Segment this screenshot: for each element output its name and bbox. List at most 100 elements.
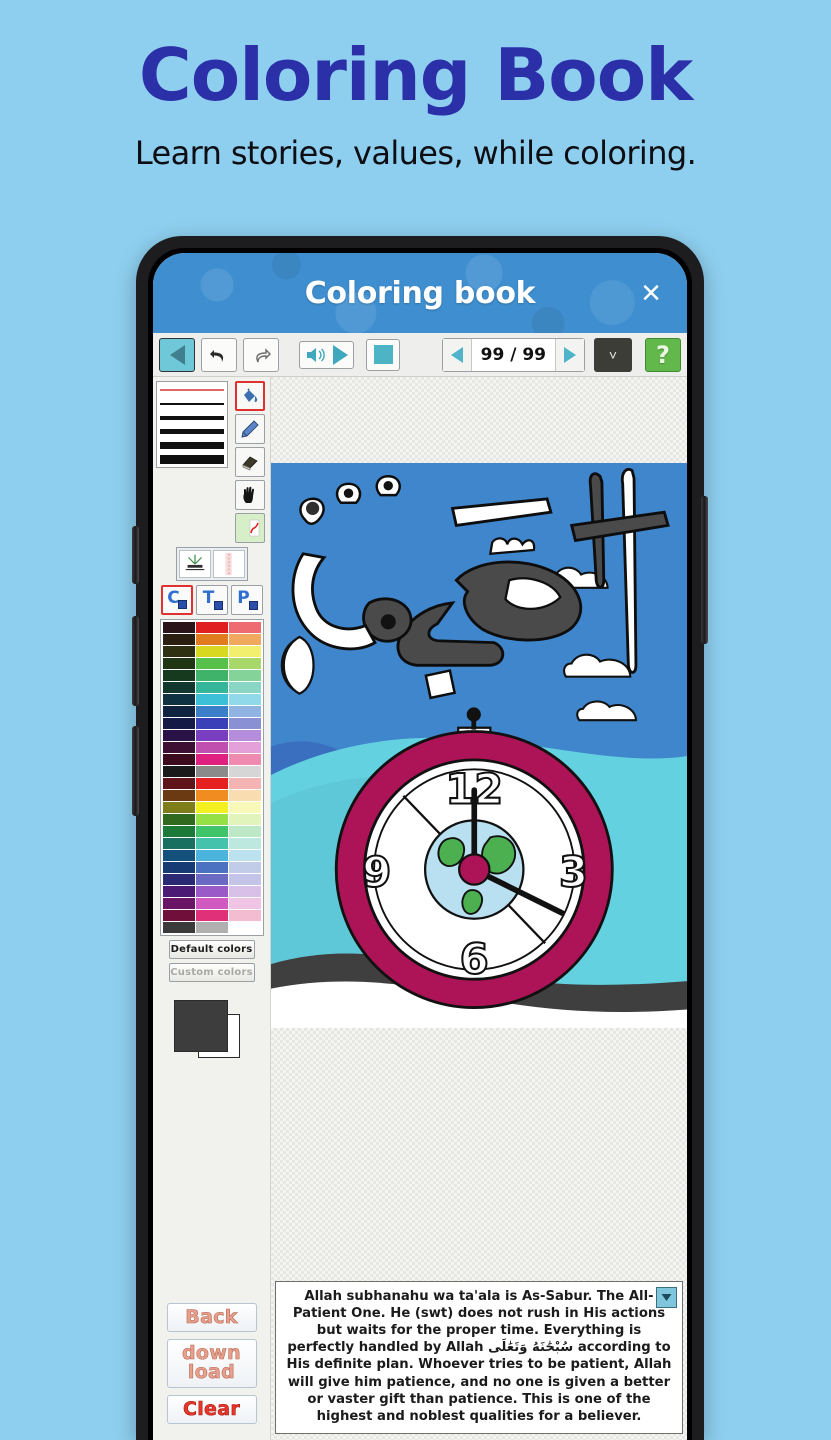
shape-preview-star[interactable]	[178, 550, 211, 578]
next-page-button[interactable]	[556, 338, 584, 371]
color-swatch[interactable]	[228, 682, 261, 693]
brush-size-option[interactable]	[159, 454, 225, 465]
redo-button[interactable]	[243, 337, 279, 372]
color-swatch[interactable]	[195, 838, 228, 849]
eraser-tool-button[interactable]	[234, 447, 265, 477]
color-swatch[interactable]	[228, 790, 261, 801]
fill-tool-button[interactable]	[234, 381, 265, 411]
shape-preview-pair[interactable]	[175, 547, 248, 581]
color-swatch[interactable]	[228, 670, 261, 681]
color-swatch[interactable]	[162, 706, 195, 717]
foreground-background-swatch[interactable]	[173, 1000, 250, 1062]
ctp-button-t[interactable]: T	[195, 585, 228, 615]
color-swatch[interactable]	[162, 718, 195, 729]
close-icon[interactable]: ×	[641, 276, 661, 310]
color-swatch[interactable]	[162, 802, 195, 813]
color-swatch[interactable]	[195, 694, 228, 705]
color-swatch[interactable]	[228, 754, 261, 765]
color-swatch[interactable]	[195, 862, 228, 873]
stop-sound-button[interactable]	[366, 338, 400, 371]
color-swatch[interactable]	[162, 694, 195, 705]
color-swatch[interactable]	[228, 862, 261, 873]
color-swatch[interactable]	[162, 730, 195, 741]
color-swatch[interactable]	[195, 742, 228, 753]
color-swatch[interactable]	[162, 766, 195, 777]
color-swatch[interactable]	[195, 622, 228, 633]
phone-button-left-top[interactable]	[132, 526, 139, 584]
pencil-tool-button[interactable]	[234, 414, 265, 444]
color-swatch[interactable]	[228, 718, 261, 729]
brush-size-option[interactable]	[159, 398, 225, 409]
brush-size-option[interactable]	[159, 426, 225, 437]
color-swatch[interactable]	[162, 850, 195, 861]
color-swatch[interactable]	[195, 910, 228, 921]
color-swatch[interactable]	[195, 802, 228, 813]
color-swatch[interactable]	[162, 838, 195, 849]
color-swatch[interactable]	[195, 922, 228, 933]
color-swatch[interactable]	[228, 874, 261, 885]
color-swatch[interactable]	[195, 706, 228, 717]
color-swatch[interactable]	[228, 634, 261, 645]
color-palette[interactable]	[159, 619, 264, 936]
color-swatch[interactable]	[162, 886, 195, 897]
shape-preview-line[interactable]	[212, 550, 245, 578]
color-swatch[interactable]	[162, 790, 195, 801]
curve-tool-button[interactable]	[234, 513, 265, 543]
clear-action-button[interactable]: Clear	[166, 1394, 257, 1424]
download-action-button[interactable]: down load	[166, 1338, 257, 1388]
color-swatch[interactable]	[228, 646, 261, 657]
color-swatch[interactable]	[162, 658, 195, 669]
color-swatch[interactable]	[228, 766, 261, 777]
color-swatch[interactable]	[162, 778, 195, 789]
color-swatch[interactable]	[162, 862, 195, 873]
color-swatch[interactable]	[162, 742, 195, 753]
phone-button-volume-down[interactable]	[132, 726, 139, 816]
color-swatch[interactable]	[228, 730, 261, 741]
color-swatch[interactable]	[195, 790, 228, 801]
color-swatch[interactable]	[195, 814, 228, 825]
color-swatch[interactable]	[228, 778, 261, 789]
back-action-button[interactable]: Back	[166, 1302, 257, 1332]
color-swatch[interactable]	[195, 826, 228, 837]
custom-colors-button[interactable]: Custom colors	[168, 963, 255, 982]
color-swatch[interactable]	[228, 706, 261, 717]
color-swatch[interactable]	[195, 850, 228, 861]
color-swatch[interactable]	[195, 886, 228, 897]
color-swatch[interactable]	[228, 742, 261, 753]
color-swatch[interactable]	[228, 898, 261, 909]
color-swatch[interactable]	[228, 850, 261, 861]
color-swatch[interactable]	[195, 730, 228, 741]
color-swatch[interactable]	[195, 898, 228, 909]
undo-button[interactable]	[201, 337, 237, 372]
back-button[interactable]	[159, 337, 195, 372]
color-swatch[interactable]	[162, 922, 195, 933]
brush-size-option[interactable]	[159, 440, 225, 451]
coloring-artwork[interactable]: 12 3 6 9	[271, 463, 687, 1029]
color-swatch[interactable]	[228, 922, 261, 933]
color-swatch[interactable]	[228, 814, 261, 825]
color-swatch[interactable]	[195, 754, 228, 765]
color-swatch[interactable]	[228, 910, 261, 921]
play-sound-button[interactable]	[299, 340, 354, 369]
color-swatch[interactable]	[195, 778, 228, 789]
color-swatch[interactable]	[162, 826, 195, 837]
hand-tool-button[interactable]	[234, 480, 265, 510]
foreground-color-swatch[interactable]	[173, 1000, 228, 1052]
color-swatch[interactable]	[228, 886, 261, 897]
phone-button-volume-up[interactable]	[132, 616, 139, 706]
color-swatch[interactable]	[228, 622, 261, 633]
default-colors-button[interactable]: Default colors	[168, 940, 255, 959]
color-swatch[interactable]	[195, 766, 228, 777]
color-swatch[interactable]	[228, 826, 261, 837]
color-swatch[interactable]	[162, 814, 195, 825]
color-swatch[interactable]	[162, 898, 195, 909]
color-swatch[interactable]	[162, 634, 195, 645]
ctp-button-c[interactable]: C	[160, 585, 193, 615]
prev-page-button[interactable]	[442, 338, 471, 371]
color-swatch[interactable]	[195, 670, 228, 681]
color-swatch[interactable]	[228, 838, 261, 849]
color-swatch[interactable]	[162, 910, 195, 921]
artwork-wrapper[interactable]: 12 3 6 9	[271, 463, 687, 1061]
brush-size-selector[interactable]	[155, 381, 228, 468]
color-swatch[interactable]	[195, 646, 228, 657]
